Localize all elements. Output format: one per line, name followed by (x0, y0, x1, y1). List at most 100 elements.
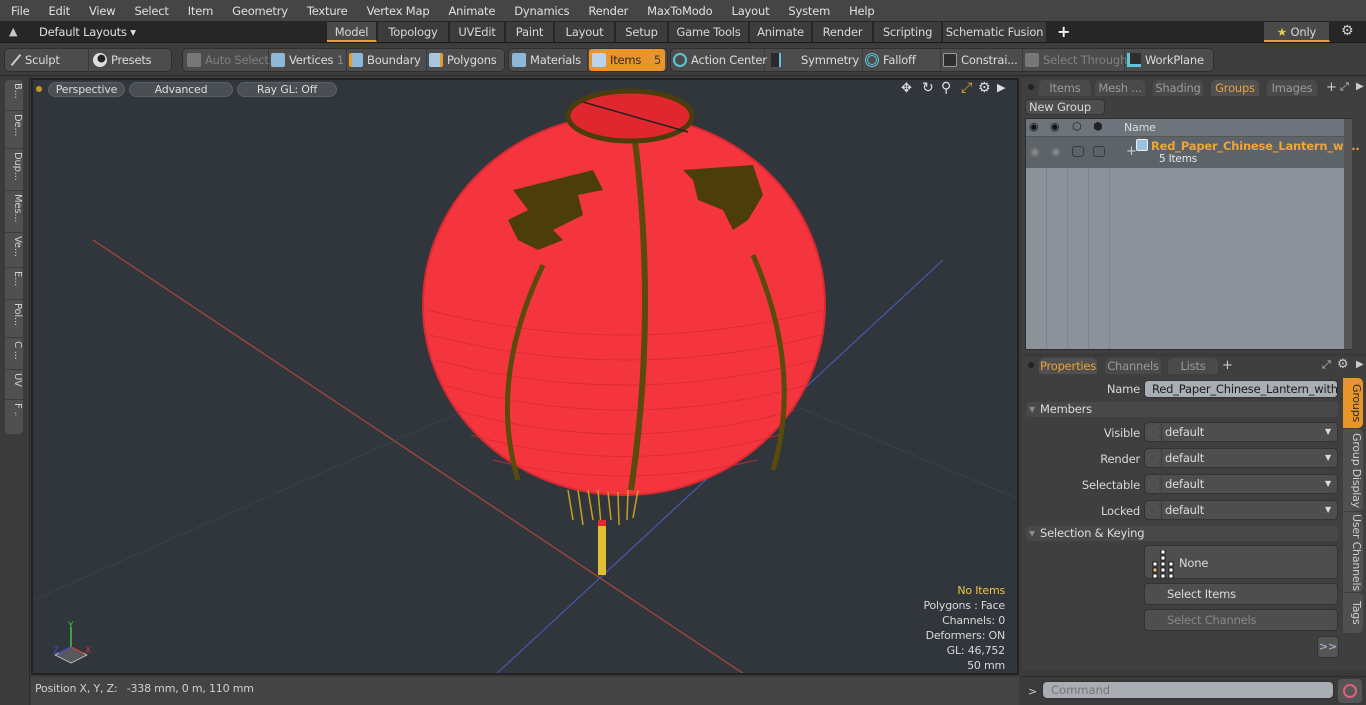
visible-dropdown[interactable]: default ▼ (1144, 422, 1338, 442)
workplane-button[interactable]: WorkPlane (1127, 49, 1211, 71)
new-group-button[interactable]: New Group (1025, 99, 1105, 115)
left-tab-uv[interactable]: UV (5, 370, 23, 400)
more-button[interactable]: >> (1317, 636, 1339, 658)
left-extra-button[interactable] (5, 416, 23, 434)
menu-maxtomodo[interactable]: MaxToModo (636, 4, 720, 18)
tab-lists[interactable]: Lists (1168, 358, 1218, 374)
viewport-indicator-icon[interactable] (36, 86, 42, 92)
add-tab-icon[interactable]: + (1222, 358, 1233, 373)
maximize-view-icon[interactable]: ⤢ (961, 80, 972, 96)
shading-mode-button[interactable]: Advanced (129, 82, 233, 97)
render-dropdown[interactable]: default ▼ (1144, 448, 1338, 468)
viewport-expand-arrow-icon[interactable]: ▶ (997, 81, 1005, 94)
locked-dropdown[interactable]: default ▼ (1144, 500, 1338, 520)
menu-file[interactable]: File (0, 4, 37, 18)
menu-view[interactable]: View (78, 4, 124, 18)
left-tab-curve[interactable]: C ... (5, 338, 23, 370)
tab-setup[interactable]: Setup (616, 22, 668, 42)
tab-animate[interactable]: Animate (750, 22, 812, 42)
hierarchy-none-button[interactable]: None (1144, 545, 1338, 579)
tab-game-tools[interactable]: Game Tools (669, 22, 749, 42)
tab-scripting[interactable]: Scripting (874, 22, 942, 42)
lock-column-icon[interactable]: ⬡ (1072, 120, 1082, 133)
tab-mesh[interactable]: Mesh ... (1095, 80, 1145, 96)
tab-render[interactable]: Render (813, 22, 873, 42)
select-column-icon[interactable]: ⬢ (1093, 120, 1103, 133)
lock-toggle[interactable] (1072, 146, 1084, 157)
action-center-button[interactable]: Action Center (673, 49, 767, 71)
left-tab-mesh-edit[interactable]: Mes... (5, 191, 23, 233)
members-section[interactable]: ▼ Members (1026, 402, 1338, 417)
menu-edit[interactable]: Edit (37, 4, 77, 18)
menu-item[interactable]: Item (177, 4, 221, 18)
items-button[interactable]: Items 5 (589, 49, 665, 71)
left-tab-deform[interactable]: De... (5, 111, 23, 149)
tab-schematic-fusion[interactable]: Schematic Fusion (943, 22, 1047, 42)
expand-panel-icon[interactable]: ⤢ (1322, 358, 1331, 372)
rotate-view-icon[interactable]: ↻ (922, 80, 934, 96)
render-column-icon[interactable]: ◉ (1050, 120, 1060, 133)
select-items-button[interactable]: Select Items (1144, 583, 1338, 605)
presets-button[interactable]: Presets (93, 49, 169, 71)
tab-groups[interactable]: Groups (1211, 80, 1259, 96)
eye-column-icon[interactable]: ◉ (1029, 120, 1039, 133)
menu-select[interactable]: Select (123, 4, 176, 18)
panel-indicator-icon[interactable] (1028, 84, 1034, 90)
tab-uvedit[interactable]: UVEdit (450, 22, 505, 42)
menu-dynamics[interactable]: Dynamics (503, 4, 577, 18)
select-through-button[interactable]: Select Through (1025, 49, 1127, 71)
left-tab-vertex[interactable]: Ve... (5, 233, 23, 268)
tab-model[interactable]: Model (327, 22, 377, 42)
menu-texture[interactable]: Texture (296, 4, 356, 18)
tab-properties[interactable]: Properties (1039, 358, 1097, 374)
panel-menu-arrow-icon[interactable]: ▶ (1356, 359, 1364, 370)
record-macro-button[interactable] (1338, 679, 1362, 703)
tab-channels[interactable]: Channels (1105, 358, 1161, 374)
symmetry-button[interactable]: Symmetry (767, 49, 863, 71)
menu-render[interactable]: Render (577, 4, 636, 18)
command-input[interactable] (1042, 681, 1334, 699)
tab-images[interactable]: Images (1267, 80, 1317, 96)
left-tab-polygon[interactable]: Pol... (5, 300, 23, 338)
visibility-toggle-icon[interactable]: ◉ (1030, 145, 1040, 158)
falloff-button[interactable]: Falloff (865, 49, 941, 71)
side-tab-tags[interactable]: Tags (1343, 593, 1363, 633)
panel-menu-arrow-icon[interactable]: ▶ (1356, 81, 1364, 92)
sculpt-button[interactable]: Sculpt (9, 49, 89, 71)
panel-indicator-icon[interactable] (1028, 362, 1034, 368)
left-tab-basic[interactable]: B... (5, 80, 23, 111)
tab-paint[interactable]: Paint (506, 22, 554, 42)
constraints-button[interactable]: Constrai... (943, 49, 1023, 71)
boundary-button[interactable]: Boundary (349, 49, 427, 71)
selectable-toggle[interactable] (1093, 146, 1105, 157)
move-view-icon[interactable]: ✥ (901, 81, 912, 96)
menu-layout[interactable]: Layout (721, 4, 778, 18)
menu-animate[interactable]: Animate (437, 4, 503, 18)
group-list-scrollbar[interactable] (1344, 119, 1352, 349)
tab-items[interactable]: Items (1039, 80, 1091, 96)
zoom-view-icon[interactable]: ⚲ (941, 80, 951, 96)
only-filter-button[interactable]: ★ Only (1264, 22, 1330, 42)
raygl-button[interactable]: Ray GL: Off (237, 82, 337, 97)
side-tab-groups[interactable]: Groups (1343, 378, 1363, 428)
left-tab-duplicate[interactable]: Dup... (5, 149, 23, 191)
layouts-dropdown[interactable]: Default Layouts ▾ (39, 25, 136, 39)
menu-vertex-map[interactable]: Vertex Map (356, 4, 438, 18)
add-tab-icon[interactable]: + (1326, 80, 1337, 95)
side-tab-group-display[interactable]: Group Display (1343, 429, 1363, 511)
selection-keying-section[interactable]: ▼ Selection & Keying (1026, 526, 1338, 541)
tab-topology[interactable]: Topology (378, 22, 449, 42)
add-tab-button[interactable]: + (1057, 22, 1070, 41)
group-name[interactable]: Red_Paper_Chinese_Lantern_wi... (1151, 139, 1360, 153)
render-toggle-icon[interactable]: ◉ (1051, 145, 1061, 158)
menu-system[interactable]: System (777, 4, 838, 18)
vertices-button[interactable]: Vertices 1 (271, 49, 347, 71)
side-tab-user-channels[interactable]: User Channels (1343, 512, 1363, 592)
auto-select-button[interactable]: Auto Select (187, 49, 269, 71)
3d-viewport[interactable]: Y X Z Perspective Advanced Ray GL: Off ✥… (31, 78, 1019, 675)
tab-layout[interactable]: Layout (555, 22, 615, 42)
menu-help[interactable]: Help (838, 4, 882, 18)
selectable-dropdown[interactable]: default ▼ (1144, 474, 1338, 494)
panel-settings-icon[interactable]: ⚙ (1337, 357, 1349, 372)
polygons-button[interactable]: Polygons (429, 49, 503, 71)
